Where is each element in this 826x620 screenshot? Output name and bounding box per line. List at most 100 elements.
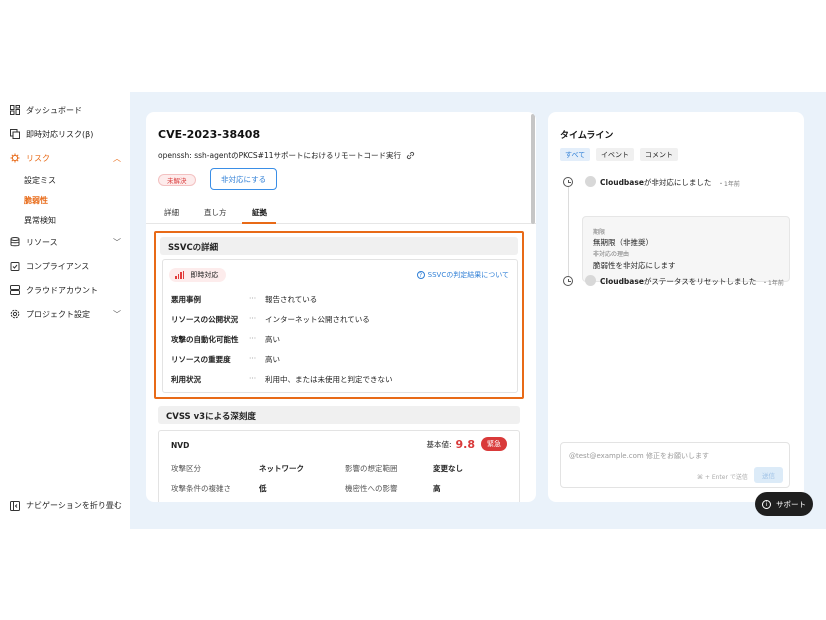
filter-events[interactable]: イベント [596,148,634,161]
timeline-event-time: ・1年前 [718,181,740,188]
ssvc-heading-text: SSVCの詳細 [168,243,219,253]
avatar [585,176,596,187]
tab-remediation[interactable]: 直し方 [204,207,227,218]
chevron-up-icon: ︿ [113,154,121,163]
link-icon[interactable] [406,151,415,160]
sidebar: ダッシュボード 即時対応リスク(β) リスク ︿ 設定ミス 脆弱性 異常検知 リ… [0,92,130,529]
timeline-event-action: がステータスをリセットしました [643,277,757,286]
sidebar-subitem-anomaly[interactable]: 異常検知 [24,213,56,227]
ssvc-help-link-text: SSVCの判定結果について [427,271,509,279]
clock-icon [563,177,573,187]
ssvc-row-separator: ··· [249,374,257,383]
reason-value: 脆弱性を非対応にします [593,261,676,270]
main-area: CVE-2023-38408 openssh: ssh-agentのPKCS#1… [130,92,826,529]
comment-placeholder: @test@example.com 修正をお願いします [569,452,709,460]
timeline-event-text: Cloudbaseがステータスをリセットしました [600,276,756,287]
cvss-metric-key: 機密性への影響 [345,484,398,493]
collapse-navigation-label: ナビゲーションを折り畳む [26,501,122,510]
filter-all[interactable]: すべて [560,148,591,161]
ssvc-row-key: リソースの重要度 [171,355,231,364]
reason-label: 非対応の理由 [593,251,630,258]
active-tab-indicator [242,222,276,224]
ssvc-row-key: リソースの公開状況 [171,315,239,324]
ssvc-row: 悪用事例 ··· 報告されている [171,294,511,306]
database-icon [10,237,20,247]
chevron-down-icon: ﹀ [113,310,121,319]
ssvc-row-separator: ··· [249,334,257,343]
server-icon [10,285,20,295]
cvss-heading: CVSS v3による深刻度 [158,406,520,424]
ssvc-row-separator: ··· [249,314,257,323]
cvss-metric-key: 影響の想定範囲 [345,464,398,473]
question-icon: ? [416,271,425,279]
sidebar-item-immediate-risk[interactable]: 即時対応リスク(β) [10,126,125,142]
cvss-score-label: 基本値: [426,439,452,449]
sidebar-item-resources[interactable]: リソース ﹀ [10,234,125,250]
ssvc-decision-badge: 即時対応 [169,268,227,282]
sidebar-item-risk[interactable]: リスク ︿ [10,150,125,166]
ssvc-decision-text: 即時対応 [190,271,219,279]
cvss-metric-value: 変更なし [433,464,463,473]
ssvc-row: 利用状況 ··· 利用中、または未使用と判定できない [171,374,511,386]
ssvc-heading: SSVCの詳細 [160,237,518,255]
ssvc-panel: 即時対応 ? SSVCの判定結果について 悪用事例 ··· 報告されている リソ… [162,259,518,393]
sidebar-item-label: ダッシュボード [26,105,82,115]
info-icon: i [762,499,771,509]
ssvc-row-value: インターネット公開されている [265,315,370,324]
sidebar-item-label: 即時対応リスク(β) [26,129,94,139]
sidebar-item-label: コンプライアンス [26,261,90,271]
sidebar-item-compliance[interactable]: コンプライアンス [10,258,125,274]
cvss-metric-key: 攻撃条件の複雑さ [171,484,231,493]
evidence-panel: SSVCの詳細 即時対応 ? SSVCの判定結果について 悪用事例 ··· 報告… [146,225,536,502]
period-value: 無期限（非推奨） [593,238,653,247]
ssvc-row-key: 攻撃の自動化可能性 [171,335,239,344]
cvss-metric-value: 低 [259,484,267,493]
support-button[interactable]: i サポート [755,492,813,516]
ssvc-row: 攻撃の自動化可能性 ··· 高い [171,334,511,346]
collapse-navigation-button[interactable]: ナビゲーションを折り畳む [10,500,122,511]
clipboard-check-icon [10,261,20,271]
signal-bars-icon [175,271,185,279]
cve-id: CVE-2023-38408 [158,128,261,141]
timeline-event-action: が非対応にしました [643,178,712,187]
sidebar-collapse-icon [10,500,20,511]
timeline-card: タイムライン すべて イベント コメント Cloudbaseが非対応にしました … [548,112,804,502]
cvss-heading-text: CVSS v3による深刻度 [166,412,256,422]
detail-tabs: 詳細 直し方 証拠 [146,202,536,224]
cve-description: openssh: ssh-agentのPKCS#11サポートにおけるリモートコー… [158,150,415,161]
sidebar-item-project-settings[interactable]: プロジェクト設定 ﹀ [10,306,125,322]
cvss-source: NVD [171,441,190,450]
ssvc-row-separator: ··· [249,354,257,363]
sidebar-item-label: リスク [26,153,50,163]
ssvc-row-key: 悪用事例 [171,295,201,304]
support-label: サポート [776,499,806,509]
mark-not-applicable-button[interactable]: 非対応にする [210,168,278,190]
ssvc-help-link[interactable]: ? SSVCの判定結果について [416,270,509,280]
sidebar-item-label: プロジェクト設定 [26,309,90,319]
timeline-event-detail: 期限 無期限（非推奨） 非対応の理由 脆弱性を非対応にします [582,216,790,282]
scrollbar[interactable] [531,114,535,224]
sidebar-item-cloud-accounts[interactable]: クラウドアカウント [10,282,125,298]
sidebar-item-dashboard[interactable]: ダッシュボード [10,102,125,118]
clock-icon [563,276,573,286]
sidebar-item-label: リソース [26,237,58,247]
tab-details[interactable]: 詳細 [164,207,179,218]
timeline-event-actor: Cloudbase [600,178,644,187]
filter-comments[interactable]: コメント [640,148,678,161]
sidebar-subitem-misconfig[interactable]: 設定ミス [24,173,56,187]
cvss-metric-key: 攻撃区分 [171,464,201,473]
send-button[interactable]: 送信 [754,467,783,483]
comment-input[interactable]: @test@example.com 修正をお願いします ⌘ + Enter で送… [560,442,790,488]
cvss-metric-value: 高 [433,484,441,493]
sidebar-subitem-vulnerability[interactable]: 脆弱性 [24,193,48,207]
ssvc-row-key: 利用状況 [171,375,201,384]
ssvc-row-value: 高い [265,335,280,344]
ssvc-row-value: 利用中、または未使用と判定できない [265,375,393,384]
copy-icon [10,129,20,139]
timeline-event-text: Cloudbaseが非対応にしました [600,177,711,188]
cvss-score: 基本値: 9.8 緊急 [426,437,507,451]
ssvc-row: リソースの公開状況 ··· インターネット公開されている [171,314,511,326]
dashboard-icon [10,105,20,115]
tab-evidence[interactable]: 証拠 [252,207,267,218]
app-frame: ダッシュボード 即時対応リスク(β) リスク ︿ 設定ミス 脆弱性 異常検知 リ… [0,92,826,529]
